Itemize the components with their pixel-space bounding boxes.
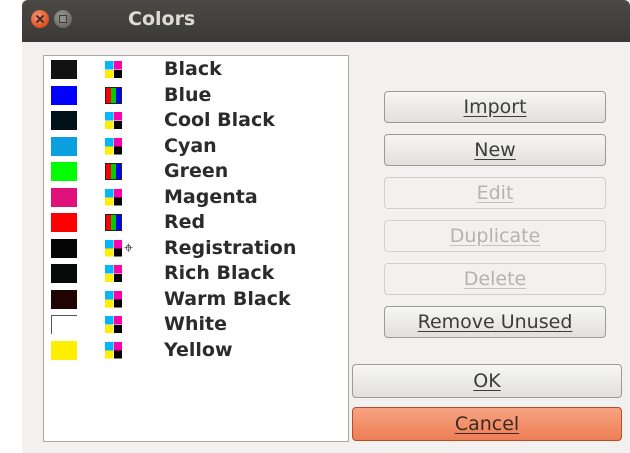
color-name: Yellow xyxy=(164,338,233,361)
list-item[interactable]: Warm Black xyxy=(44,287,348,312)
list-item[interactable]: Magenta xyxy=(44,185,348,210)
list-item[interactable]: Black xyxy=(44,57,348,82)
color-swatch xyxy=(51,213,77,232)
rgb-color-icon xyxy=(105,214,122,231)
registration-mark-icon: ⌖ xyxy=(124,237,134,257)
color-name: Red xyxy=(164,211,206,233)
edit-button[interactable]: Edit xyxy=(384,177,606,209)
list-item[interactable]: Cyan xyxy=(44,134,348,159)
color-name: Registration xyxy=(164,236,297,259)
cmyk-color-icon xyxy=(105,316,122,333)
delete-button[interactable]: Delete xyxy=(384,263,606,295)
cmyk-color-icon xyxy=(105,290,122,308)
color-swatch xyxy=(51,162,77,181)
color-list[interactable]: Black Blue Cool Black Cyan Green Magenta Red ⌖ R… xyxy=(43,55,349,442)
cmyk-color-icon xyxy=(105,341,122,359)
cmyk-color-icon xyxy=(105,112,122,129)
color-name: Blue xyxy=(164,83,212,106)
ok-button[interactable]: OK xyxy=(352,364,622,398)
window-title: Colors xyxy=(128,8,196,30)
color-swatch xyxy=(51,340,77,360)
rgb-color-icon xyxy=(105,163,122,180)
color-name: White xyxy=(164,313,227,335)
rgb-color-icon xyxy=(105,86,122,104)
list-item[interactable]: Rich Black xyxy=(44,261,348,286)
list-item[interactable]: Blue xyxy=(44,83,348,108)
color-swatch xyxy=(51,85,77,105)
color-swatch xyxy=(51,111,77,130)
title-bar[interactable]: Colors xyxy=(22,0,630,42)
color-name: Rich Black xyxy=(164,262,275,284)
color-swatch xyxy=(51,315,77,334)
list-item[interactable]: Green xyxy=(44,159,348,184)
cmyk-color-icon xyxy=(105,137,122,155)
color-swatch xyxy=(51,238,77,258)
color-name: Black xyxy=(164,58,222,80)
color-name: Cool Black xyxy=(164,109,275,131)
minimize-window-icon[interactable] xyxy=(54,10,72,28)
import-button[interactable]: Import xyxy=(384,91,606,123)
color-swatch xyxy=(51,60,77,79)
cmyk-color-icon xyxy=(105,239,122,257)
cmyk-color-icon xyxy=(105,61,122,78)
duplicate-button[interactable]: Duplicate xyxy=(384,220,606,252)
colors-dialog: Colors Black Blue Cool Black Cyan Green Magen… xyxy=(22,0,630,453)
cmyk-color-icon xyxy=(105,188,122,206)
new-button[interactable]: New xyxy=(384,134,606,166)
list-item[interactable]: White xyxy=(44,312,348,337)
close-window-icon[interactable] xyxy=(31,10,49,28)
list-item[interactable]: Red xyxy=(44,210,348,235)
cancel-button[interactable]: Cancel xyxy=(352,407,622,441)
color-swatch xyxy=(51,289,77,309)
list-item[interactable]: Yellow xyxy=(44,338,348,363)
color-name: Green xyxy=(164,160,229,182)
color-name: Warm Black xyxy=(164,287,291,310)
color-swatch xyxy=(51,136,77,156)
color-name: Magenta xyxy=(164,185,258,208)
color-name: Cyan xyxy=(164,134,217,157)
color-swatch xyxy=(51,187,77,207)
cmyk-color-icon xyxy=(105,265,122,282)
list-item[interactable]: ⌖ Registration xyxy=(44,236,348,261)
color-swatch xyxy=(51,264,77,283)
list-item[interactable]: Cool Black xyxy=(44,108,348,133)
remove-unused-button[interactable]: Remove Unused xyxy=(384,306,606,338)
